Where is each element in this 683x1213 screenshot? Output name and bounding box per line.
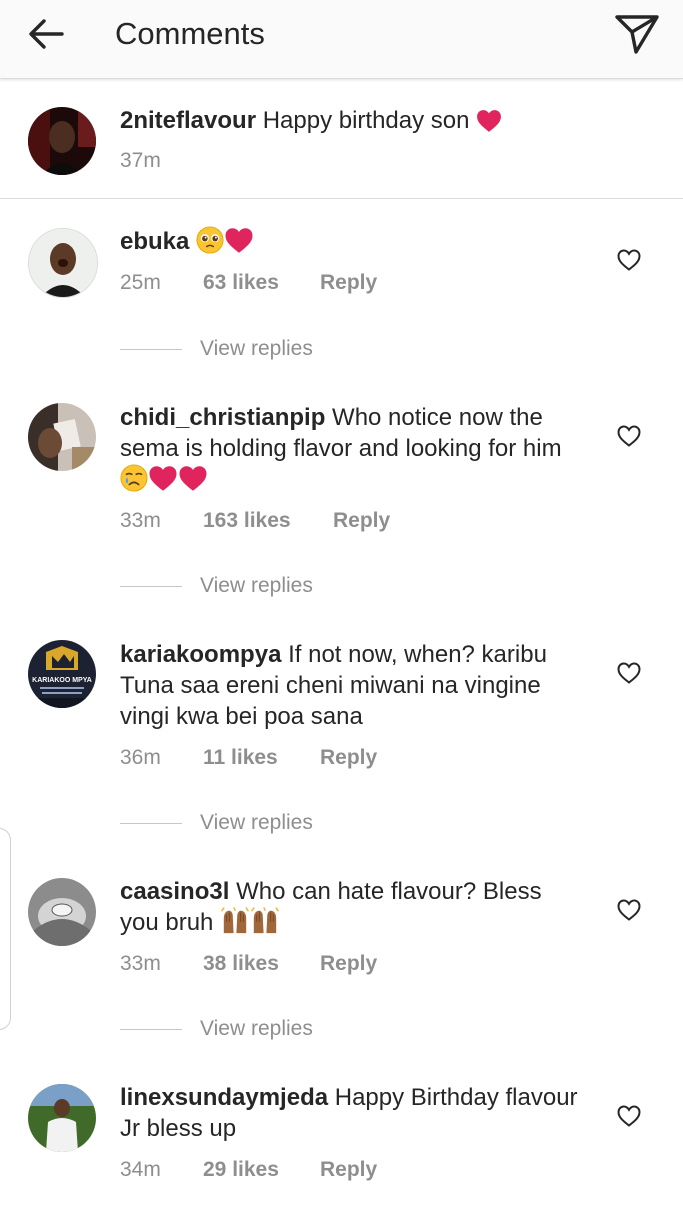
comment-time: 25m — [120, 271, 161, 294]
comment-time: 34m — [120, 1158, 161, 1181]
reply-button[interactable]: Reply — [320, 745, 377, 771]
avatar[interactable] — [28, 1084, 96, 1152]
comment-time: 36m — [120, 746, 161, 769]
divider-line — [120, 823, 182, 824]
comment-username[interactable]: kariakoompya — [120, 641, 281, 668]
comment-text: linexsundaymjeda Happy Birthday flavour … — [120, 1082, 580, 1144]
divider-line — [120, 1029, 182, 1030]
likes-count[interactable]: 163 likes — [203, 508, 291, 534]
pleading-face-emoji — [196, 226, 224, 254]
share-button[interactable] — [612, 10, 662, 56]
caption-body: Happy birthday son — [256, 107, 477, 134]
heart-outline-icon — [616, 661, 642, 685]
raised-hands-emoji — [220, 907, 250, 935]
avatar[interactable]: KARIAKOO MPYA — [28, 640, 96, 708]
view-replies-label[interactable]: View replies — [200, 810, 313, 836]
comment-text: chidi_christianpip Who notice now the se… — [120, 402, 580, 495]
reply-button[interactable]: Reply — [320, 1157, 377, 1183]
raised-hands-emoji — [250, 907, 280, 935]
heart-outline-icon — [616, 424, 642, 448]
caption-text: 2niteflavour Happy birthday son — [120, 105, 580, 136]
likes-count[interactable]: 38 likes — [203, 951, 279, 977]
divider-line — [120, 586, 182, 587]
like-comment-button[interactable] — [616, 898, 642, 922]
red-heart-emoji — [476, 109, 502, 133]
avatar[interactable] — [28, 403, 96, 471]
view-replies-label[interactable]: View replies — [200, 336, 313, 362]
heart-outline-icon — [616, 1104, 642, 1128]
caption-time: 37m — [120, 149, 161, 172]
reply-button[interactable]: Reply — [320, 270, 377, 296]
reply-button[interactable]: Reply — [333, 508, 390, 534]
likes-count[interactable]: 29 likes — [203, 1157, 279, 1183]
comment-username[interactable]: linexsundaymjeda — [120, 1084, 328, 1111]
heart-outline-icon — [616, 898, 642, 922]
avatar[interactable] — [28, 107, 96, 175]
like-comment-button[interactable] — [616, 1104, 642, 1128]
view-replies-label[interactable]: View replies — [200, 1016, 313, 1042]
comment-text: kariakoompya If not now, when? karibu Tu… — [120, 639, 580, 732]
comment-time: 33m — [120, 509, 161, 532]
comment-body — [189, 228, 196, 255]
edge-panel-handle[interactable] — [0, 828, 11, 1030]
avatar[interactable] — [28, 878, 96, 946]
divider-line — [120, 349, 182, 350]
red-heart-emoji — [224, 227, 254, 254]
send-icon — [615, 15, 659, 54]
comment-text: caasino3l Who can hate flavour? Bless yo… — [120, 876, 580, 938]
back-button[interactable] — [24, 14, 68, 54]
red-heart-emoji — [178, 465, 208, 492]
red-heart-emoji — [148, 465, 178, 492]
like-comment-button[interactable] — [616, 248, 642, 272]
back-arrow-icon — [29, 19, 64, 49]
page-title: Comments — [115, 16, 265, 51]
avatar[interactable] — [28, 228, 98, 298]
reply-button[interactable]: Reply — [320, 951, 377, 977]
likes-count[interactable]: 63 likes — [203, 270, 279, 296]
crying-face-emoji — [120, 464, 148, 492]
avatar-logo-text: KARIAKOO MPYA — [32, 677, 92, 684]
comment-text: ebuka — [120, 226, 580, 257]
post-caption: 2niteflavour Happy birthday son 37m — [0, 79, 683, 199]
like-comment-button[interactable] — [616, 661, 642, 685]
comment-time: 33m — [120, 952, 161, 975]
view-replies-label[interactable]: View replies — [200, 573, 313, 599]
comment-username[interactable]: caasino3l — [120, 878, 229, 905]
comment-username[interactable]: ebuka — [120, 228, 189, 255]
caption-username[interactable]: 2niteflavour — [120, 107, 256, 134]
likes-count[interactable]: 11 likes — [203, 745, 278, 771]
comment-username[interactable]: chidi_christianpip — [120, 404, 325, 431]
like-comment-button[interactable] — [616, 424, 642, 448]
heart-outline-icon — [616, 248, 642, 272]
top-app-bar: Comments — [0, 0, 683, 79]
